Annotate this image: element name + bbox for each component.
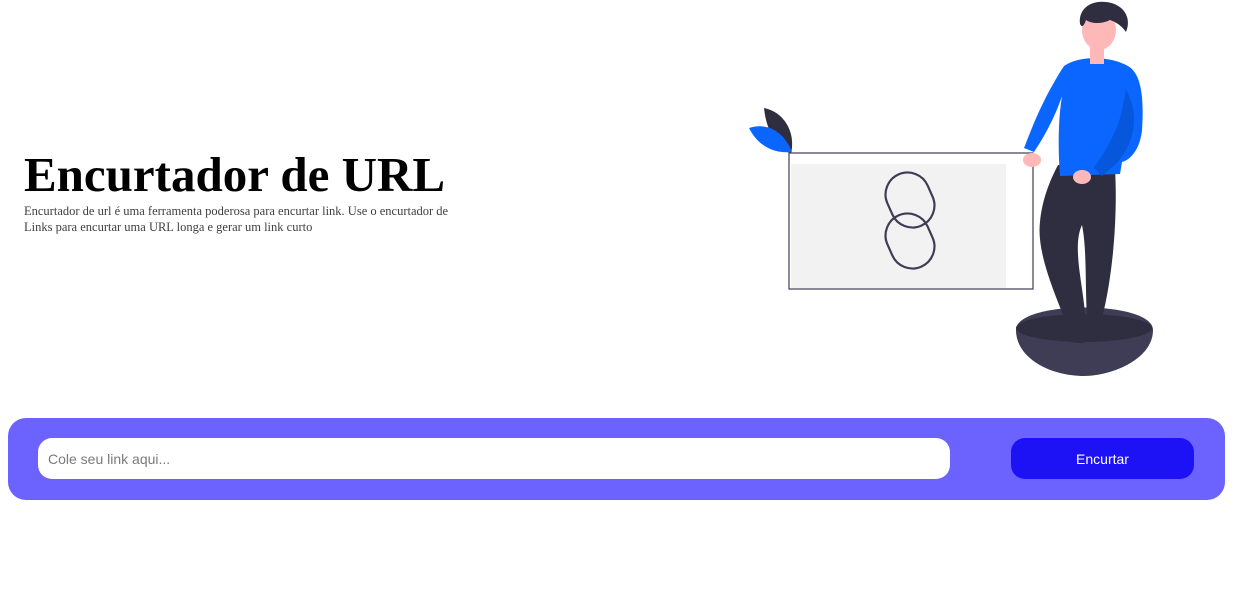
- hand-right: [1073, 170, 1091, 184]
- page-description: Encurtador de url é uma ferramenta poder…: [24, 204, 449, 234]
- shoe-right: [1086, 319, 1110, 331]
- board-panel: [791, 164, 1006, 288]
- page-title: Encurtador de URL: [24, 147, 446, 202]
- hand-left: [1023, 153, 1041, 167]
- url-input[interactable]: [38, 438, 950, 479]
- man-with-link-illustration: [749, 1, 1153, 376]
- shoe-left: [1065, 329, 1093, 343]
- person-legs: [1039, 165, 1116, 333]
- shorten-form: Encurtar: [8, 418, 1225, 500]
- shorten-button[interactable]: Encurtar: [1011, 438, 1194, 479]
